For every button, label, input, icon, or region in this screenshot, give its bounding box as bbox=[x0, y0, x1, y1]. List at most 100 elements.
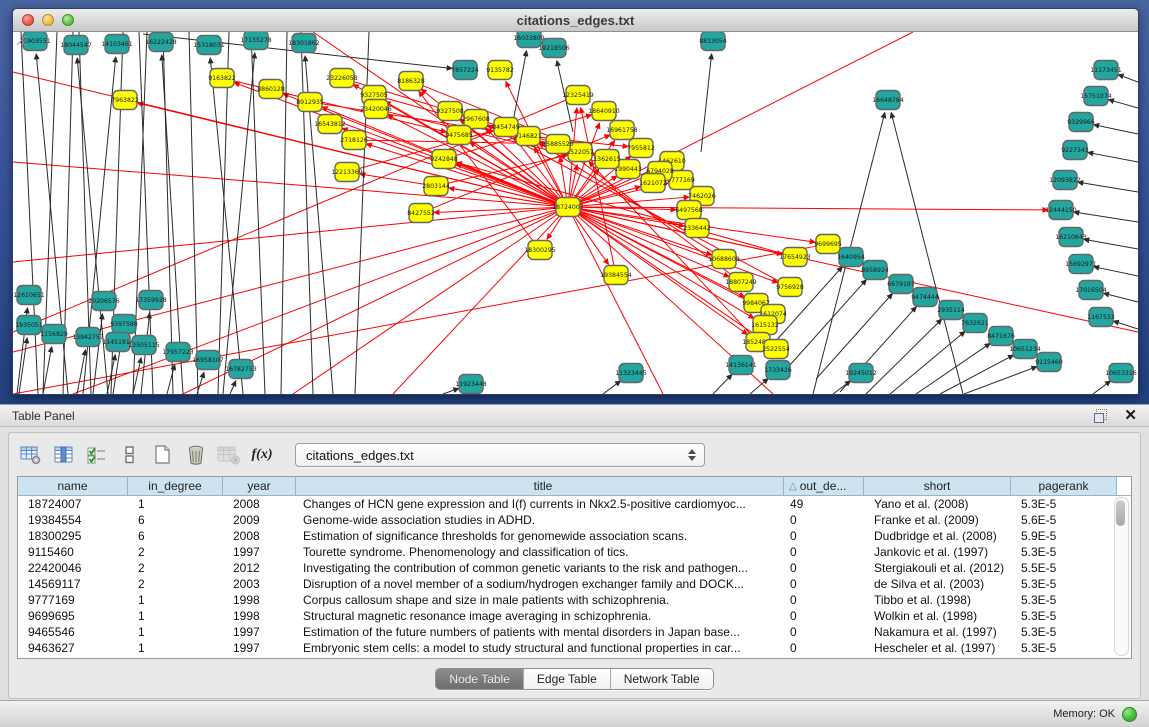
table-row[interactable]: 946362711997Embryonic stem cells: a mode… bbox=[18, 640, 1131, 656]
graph-node[interactable]: 7632621 bbox=[961, 314, 989, 333]
network-view-window[interactable]: citations_edges.txt 18724007977716974620… bbox=[12, 8, 1139, 395]
graph-node[interactable]: 16648784 bbox=[872, 91, 904, 110]
tab-network-table[interactable]: Network Table bbox=[611, 669, 713, 689]
graph-node[interactable]: 2803144 bbox=[422, 177, 450, 196]
graph-node[interactable]: 16543812 bbox=[314, 115, 346, 134]
network-canvas[interactable]: 1872400797771697462026649756823364421462… bbox=[13, 32, 1138, 394]
graph-node[interactable]: 9397588 bbox=[110, 315, 138, 334]
graph-node[interactable]: 19384554 bbox=[600, 266, 632, 285]
graph-node[interactable]: 10653316 bbox=[1105, 364, 1137, 383]
select-all-columns-icon[interactable] bbox=[83, 442, 111, 468]
table-row[interactable]: 1830029562008Estimation of significance … bbox=[18, 528, 1131, 544]
table-row[interactable]: 1872400712008Changes of HCN gene express… bbox=[18, 496, 1131, 512]
graph-node[interactable]: 15318031 bbox=[193, 36, 225, 55]
graph-node[interactable]: 9475685 bbox=[445, 126, 473, 145]
graph-node[interactable]: 6679197 bbox=[887, 275, 915, 294]
graph-node[interactable]: 19218506 bbox=[538, 39, 570, 58]
float-panel-icon[interactable] bbox=[1094, 409, 1110, 423]
graph-node[interactable]: 2718126 bbox=[340, 131, 368, 150]
graph-node[interactable]: 1621072 bbox=[639, 174, 667, 193]
graph-node[interactable]: 1156829 bbox=[40, 325, 68, 344]
graph-node[interactable]: 9135782 bbox=[486, 61, 514, 80]
table-row[interactable]: 1938455462009Genome-wide association stu… bbox=[18, 512, 1131, 528]
tab-node-table[interactable]: Node Table bbox=[436, 669, 524, 689]
column-header-name[interactable]: name bbox=[18, 477, 128, 495]
network-window-titlebar[interactable]: citations_edges.txt bbox=[13, 9, 1138, 32]
graph-node[interactable]: 17016504 bbox=[1075, 281, 1107, 300]
graph-node[interactable]: 12444150 bbox=[1045, 201, 1077, 220]
graph-node[interactable]: 9115460 bbox=[1035, 353, 1063, 372]
table-row[interactable]: 977716911998Corpus callosum shape and si… bbox=[18, 592, 1131, 608]
graph-node[interactable]: 9474444 bbox=[911, 288, 939, 307]
graph-node[interactable]: 14136141 bbox=[725, 356, 757, 375]
graph-node[interactable]: 9227343 bbox=[1061, 141, 1089, 160]
graph-node[interactable]: 8912935 bbox=[296, 93, 324, 112]
graph-node[interactable]: 8186328 bbox=[397, 72, 425, 91]
graph-node[interactable]: 15692971 bbox=[1065, 255, 1097, 274]
graph-node[interactable]: 1615132 bbox=[751, 316, 779, 335]
graph-node[interactable]: 18301862 bbox=[288, 34, 320, 53]
tab-edge-table[interactable]: Edge Table bbox=[524, 669, 611, 689]
graph-node[interactable]: 13505115 bbox=[128, 336, 160, 355]
table-source-dropdown[interactable]: citations_edges.txt bbox=[295, 443, 705, 467]
graph-node[interactable]: 17957223 bbox=[162, 343, 194, 362]
table-row[interactable]: 946554611997Estimation of the future num… bbox=[18, 624, 1131, 640]
graph-node[interactable]: 12610651 bbox=[13, 286, 45, 305]
graph-node[interactable]: 8454749 bbox=[492, 118, 520, 137]
graph-node[interactable]: 1733426 bbox=[764, 361, 792, 380]
graph-node[interactable]: 11923448 bbox=[455, 375, 487, 394]
graph-node[interactable]: 18300295 bbox=[524, 241, 556, 260]
graph-node[interactable]: 8471676 bbox=[987, 327, 1015, 346]
show-column-icon[interactable] bbox=[50, 442, 78, 468]
network-graph[interactable]: 1872400797771697462026649756823364421462… bbox=[13, 32, 1138, 394]
graph-node[interactable]: 14103461 bbox=[101, 35, 133, 54]
table-scrollbar[interactable] bbox=[1114, 497, 1129, 656]
graph-node[interactable]: 11173451 bbox=[1090, 61, 1122, 80]
graph-node[interactable]: 6497568 bbox=[675, 201, 703, 220]
graph-node[interactable]: 8958924 bbox=[861, 261, 889, 280]
graph-node[interactable]: 16222428 bbox=[145, 33, 177, 52]
graph-node[interactable]: 17135278 bbox=[240, 32, 272, 50]
table-row[interactable]: 911546021997Tourette syndrome. Phenomeno… bbox=[18, 544, 1131, 560]
graph-node[interactable]: 1167533 bbox=[1087, 308, 1115, 327]
graph-node[interactable]: 11323445 bbox=[615, 364, 647, 383]
table-row[interactable]: 2242004622012Investigating the contribut… bbox=[18, 560, 1131, 576]
column-header-out_de[interactable]: △out_de... bbox=[784, 477, 864, 495]
graph-node[interactable]: 9756928 bbox=[776, 278, 804, 297]
graph-node[interactable]: 23226058 bbox=[326, 69, 358, 88]
graph-node[interactable]: 23420046 bbox=[360, 100, 392, 119]
graph-node[interactable]: 1935051 bbox=[15, 316, 43, 335]
graph-node[interactable]: 15751074 bbox=[1080, 87, 1112, 106]
graph-node[interactable]: 9329966 bbox=[1067, 113, 1095, 132]
graph-node[interactable]: 1640954 bbox=[837, 248, 865, 267]
graph-node[interactable]: 17359928 bbox=[135, 291, 167, 310]
graph-node[interactable]: 17654923 bbox=[779, 248, 811, 267]
graph-node[interactable]: 10651234 bbox=[1009, 340, 1041, 359]
table-row[interactable]: 1456911722003Disruption of a novel membe… bbox=[18, 576, 1131, 592]
window-resize-grip[interactable] bbox=[13, 32, 27, 46]
row-visibility-icon[interactable] bbox=[116, 442, 144, 468]
graph-node[interactable]: 18724007 bbox=[552, 198, 584, 217]
column-header-short[interactable]: short bbox=[864, 477, 1011, 495]
graph-node[interactable]: 2522554 bbox=[762, 340, 790, 359]
column-header-pagerank[interactable]: pagerank bbox=[1011, 477, 1117, 495]
close-window-button[interactable] bbox=[22, 14, 34, 26]
graph-node[interactable]: 18044547 bbox=[60, 36, 92, 55]
graph-node[interactable]: 8860128 bbox=[257, 80, 285, 99]
column-header-in_degree[interactable]: in_degree bbox=[128, 477, 223, 495]
table-settings-icon[interactable] bbox=[17, 442, 45, 468]
table-row[interactable]: 969969511998Structural magnetic resonanc… bbox=[18, 608, 1131, 624]
graph-node[interactable]: 9699695 bbox=[814, 235, 842, 254]
graph-node[interactable]: 7955812 bbox=[627, 139, 655, 158]
graph-node[interactable]: 12093822 bbox=[1049, 171, 1081, 190]
graph-node[interactable]: 9242848 bbox=[430, 150, 458, 169]
graph-node[interactable]: 2935114 bbox=[937, 301, 965, 320]
column-header-title[interactable]: title bbox=[296, 477, 784, 495]
zoom-window-button[interactable] bbox=[62, 14, 74, 26]
graph-node[interactable]: 16961758 bbox=[606, 121, 638, 140]
graph-node[interactable]: 18640910 bbox=[588, 102, 620, 121]
graph-node[interactable]: 16958107 bbox=[192, 351, 224, 370]
delete-column-icon[interactable] bbox=[182, 442, 210, 468]
column-header-year[interactable]: year bbox=[223, 477, 296, 495]
graph-node[interactable]: 2336442 bbox=[683, 219, 711, 238]
